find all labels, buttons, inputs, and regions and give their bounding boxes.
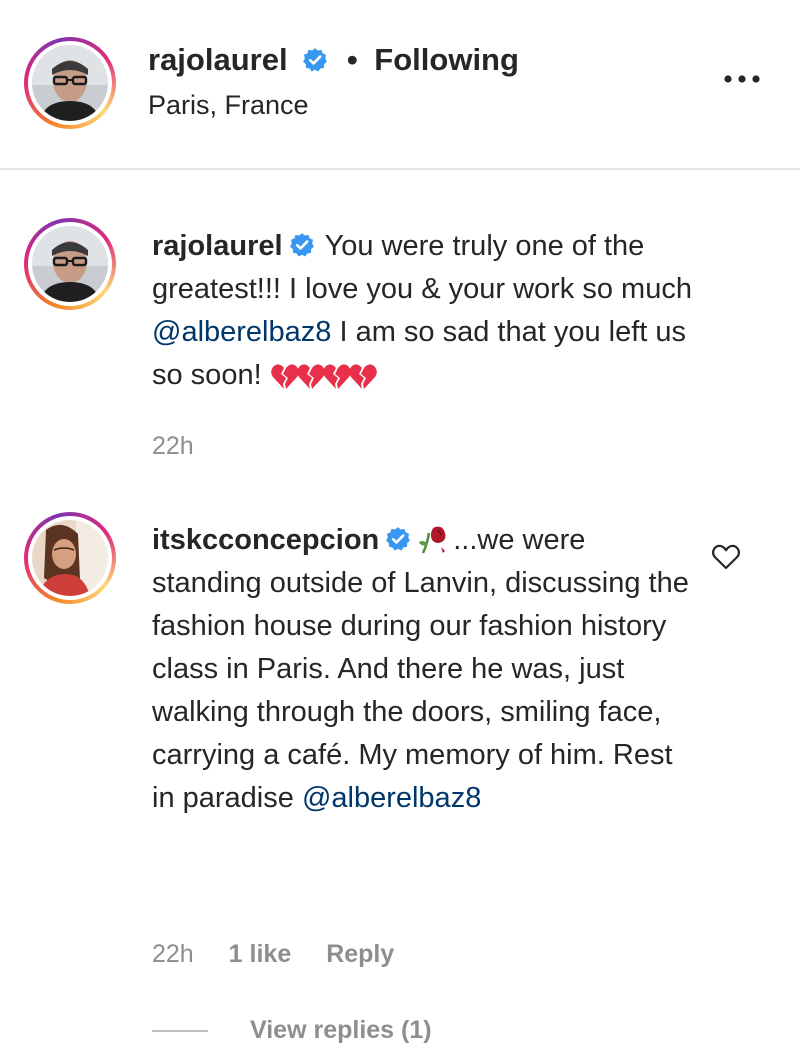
comment-2-avatar-ring[interactable] — [24, 512, 116, 604]
verified-badge-icon — [288, 232, 315, 259]
separator-dot: • — [346, 42, 358, 77]
comment-2-mention[interactable]: @alberelbaz8 — [302, 782, 481, 814]
avatar[interactable] — [32, 520, 108, 596]
view-replies-button[interactable]: View replies (1) — [152, 1016, 432, 1045]
comment-2-time[interactable]: 22h — [152, 940, 194, 968]
avatar-story-ring[interactable] — [24, 37, 116, 129]
broken-hearts-emoji-icon — [270, 364, 377, 390]
avatar[interactable] — [32, 226, 108, 302]
comment-2-likes[interactable]: 1 like — [229, 940, 292, 968]
following-button[interactable]: Following — [374, 42, 519, 77]
comment-1-avatar-ring[interactable] — [24, 218, 116, 310]
comment-2-meta: 22h 1 like Reply — [152, 940, 422, 969]
comment-1-mention[interactable]: @alberelbaz8 — [152, 316, 331, 348]
comment-2-text: ...we were standing outside of Lanvin, d… — [152, 524, 689, 814]
more-options-icon[interactable] — [720, 64, 764, 94]
avatar[interactable] — [32, 45, 108, 121]
view-replies-label[interactable]: View replies (1) — [250, 1016, 432, 1045]
verified-badge-icon — [385, 526, 412, 553]
heart-outline-icon[interactable] — [711, 542, 741, 572]
comment-1-meta: 22h — [152, 432, 222, 461]
wilted-rose-emoji-icon — [419, 526, 446, 554]
comment-2-username[interactable]: itskcconcepcion — [152, 524, 379, 556]
verified-badge-icon — [302, 46, 329, 73]
comment-1-time[interactable]: 22h — [152, 432, 194, 460]
comment-2-reply-button[interactable]: Reply — [326, 940, 394, 968]
location-link[interactable]: Paris, France — [148, 90, 309, 121]
comment-2-body: itskcconcepcion ...we were standing outs… — [152, 519, 692, 820]
post-header: rajolaurel • Following Paris, France — [0, 0, 800, 170]
view-replies-line — [152, 1029, 208, 1032]
header-username[interactable]: rajolaurel — [148, 42, 288, 77]
comment-1-username[interactable]: rajolaurel — [152, 230, 283, 262]
header-user-line: rajolaurel • Following — [148, 42, 519, 78]
comment-1-body: rajolaurel You were truly one of the grea… — [152, 225, 712, 397]
